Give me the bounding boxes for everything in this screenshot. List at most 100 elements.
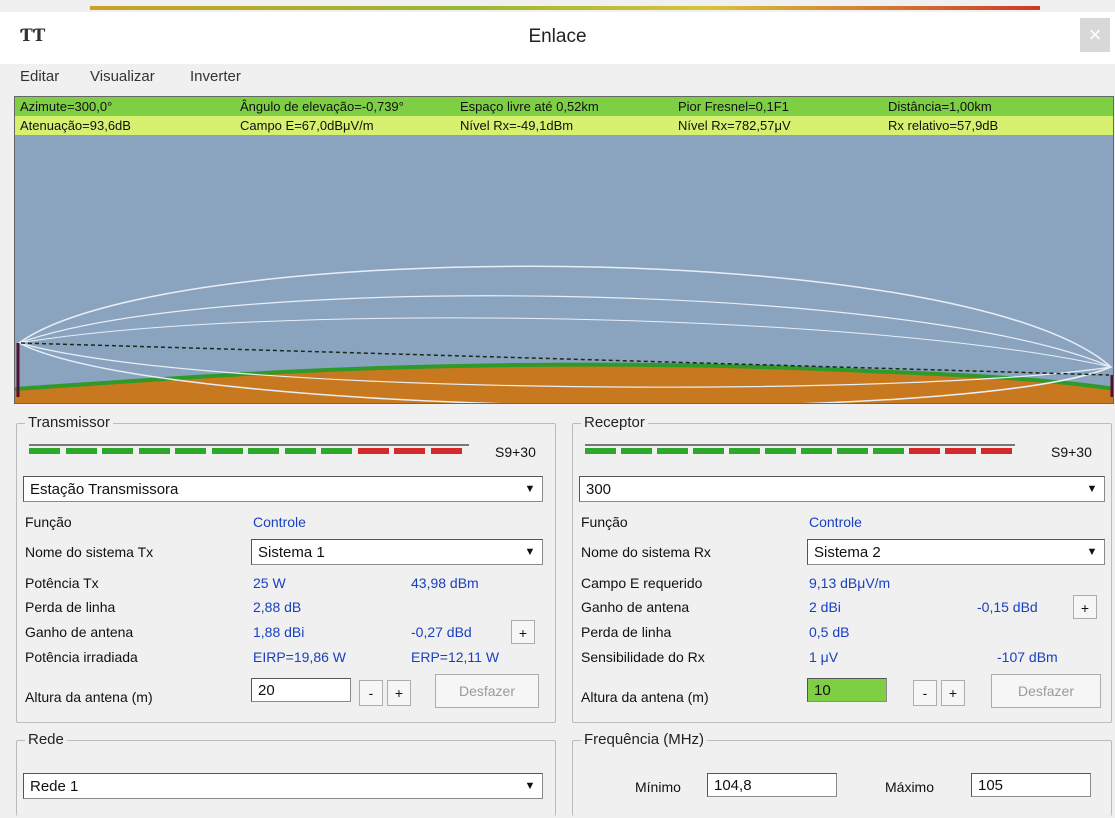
rx-sens-dbm: -107 dBm [997,649,1058,665]
tx-altura-label: Altura da antena (m) [25,689,153,705]
azimuth-value: Azimute=300,0° [20,99,113,114]
meter-segment-green [837,448,868,454]
distance-value: Distância=1,00km [888,99,992,114]
meter-segment-red [357,448,389,454]
rx-relative-value: Rx relativo=57,9dB [888,118,999,133]
meter-segment-green [29,448,60,454]
transmitter-legend: Transmissor [25,414,113,431]
meter-segment-red [909,448,940,454]
tx-funcao-label: Função [25,514,72,530]
meter-segment-green [138,448,170,454]
transmitter-group: Transmissor S9+30 Estação Transmissora ▼… [16,414,556,723]
profile-info-row-1: Azimute=300,0° Ângulo de elevação=-0,739… [15,97,1113,116]
rx-perda-value: 0,5 dB [809,624,850,640]
link-profile-view[interactable]: Azimute=300,0° Ângulo de elevação=-0,739… [14,96,1114,404]
rx-ganho-plus-button[interactable]: + [1073,595,1097,619]
meter-segment-green [873,448,904,454]
rx-ganho-dbd: -0,15 dBd [977,599,1038,615]
chevron-down-icon: ▼ [524,483,536,495]
title-bar: ƬƬ Enlace × [0,12,1115,64]
meter-segment-green [729,448,760,454]
window-top-strip [0,0,1115,12]
tx-altura-value: 20 [258,682,275,699]
menu-visualizar[interactable]: Visualizar [90,68,155,85]
rx-ganho-dbi: 2 dBi [809,599,841,615]
meter-segment-green [657,448,688,454]
rx-station-select[interactable]: 300 ▼ [579,476,1105,502]
close-button[interactable]: × [1080,18,1110,52]
frequencia-group: Frequência (MHz) Mínimo 104,8 Máximo 105 [572,731,1112,816]
decorative-gradient [90,6,1040,10]
rx-level-uv-value: Nível Rx=782,57μV [678,118,791,133]
meter-segment-green [621,448,652,454]
attenuation-value: Atenuação=93,6dB [20,118,131,133]
tx-irradiada-label: Potência irradiada [25,649,138,665]
rx-altura-label: Altura da antena (m) [581,689,709,705]
rx-meter-label: S9+30 [1051,444,1092,460]
menu-bar: Editar Visualizar Inverter [0,64,1115,90]
tx-sistema-label: Nome do sistema Tx [25,544,154,560]
tx-meter-label: S9+30 [495,444,536,460]
menu-editar[interactable]: Editar [20,68,59,85]
chevron-down-icon: ▼ [524,780,536,792]
worst-fresnel-value: Pior Fresnel=0,1F1 [678,99,789,114]
freq-max-label: Máximo [885,779,935,795]
rx-sens-label: Sensibilidade do Rx [581,649,705,665]
meter-segment-green [65,448,97,454]
rx-station-value: 300 [586,481,612,498]
tx-perda-value: 2,88 dB [253,599,302,615]
freq-max-input[interactable]: 105 [971,773,1091,797]
meter-segment-red [430,448,462,454]
rx-altura-input[interactable]: 10 [807,678,887,702]
meter-segment-green [248,448,279,454]
tx-altura-minus-button[interactable]: - [359,680,383,706]
tx-sistema-select[interactable]: Sistema 1 ▼ [251,539,543,565]
rx-funcao-value[interactable]: Controle [809,514,862,530]
profile-graphic [15,265,1113,403]
window-title: Enlace [528,26,587,47]
tx-eirp-value: EIRP=19,86 W [253,649,346,665]
rede-select[interactable]: Rede 1 ▼ [23,773,543,799]
rx-altura-plus-button[interactable]: + [941,680,965,706]
rede-value: Rede 1 [30,778,79,795]
tx-altura-plus-button[interactable]: + [387,680,411,706]
meter-segment-green [321,448,352,454]
rx-signal-meter [585,444,1015,458]
freq-min-input[interactable]: 104,8 [707,773,837,797]
tx-ganho-dbi: 1,88 dBi [253,624,305,640]
rede-legend: Rede [25,731,67,748]
rx-sistema-select[interactable]: Sistema 2 ▼ [807,539,1105,565]
meter-segment-red [981,448,1012,454]
freq-min-value: 104,8 [714,777,752,794]
tx-potencia-dbm: 43,98 dBm [411,575,479,591]
freq-max-value: 105 [978,777,1004,794]
tx-ganho-plus-button[interactable]: + [511,620,535,644]
tx-funcao-value[interactable]: Controle [253,514,306,530]
meter-segment-green [765,448,796,454]
tx-sistema-value: Sistema 1 [258,544,325,561]
meter-segment-green [284,448,316,454]
profile-info-row-2: Atenuação=93,6dB Campo E=67,0dBμV/m Níve… [15,116,1113,135]
meter-segment-green [585,448,616,454]
elevation-angle-value: Ângulo de elevação=-0,739° [240,99,404,114]
rx-altura-value: 10 [814,682,831,699]
menu-inverter[interactable]: Inverter [190,68,241,85]
rx-desfazer-button[interactable]: Desfazer [991,674,1101,708]
frequencia-legend: Frequência (MHz) [581,731,708,748]
chevron-down-icon: ▼ [524,546,536,558]
e-field-value: Campo E=67,0dBμV/m [240,118,374,133]
meter-segment-green [175,448,206,454]
meter-segment-green [211,448,243,454]
meter-segment-green [102,448,133,454]
receiver-legend: Receptor [581,414,648,431]
tx-desfazer-button[interactable]: Desfazer [435,674,539,708]
tx-ganho-dbd: -0,27 dBd [411,624,472,640]
rx-level-dbm-value: Nível Rx=-49,1dBm [460,118,574,133]
meter-segment-red [945,448,976,454]
rx-altura-minus-button[interactable]: - [913,680,937,706]
rx-campo-label: Campo E requerido [581,575,703,591]
tx-altura-input[interactable]: 20 [251,678,351,702]
rx-perda-label: Perda de linha [581,624,672,640]
tx-potencia-w: 25 W [253,575,286,591]
tx-station-select[interactable]: Estação Transmissora ▼ [23,476,543,502]
